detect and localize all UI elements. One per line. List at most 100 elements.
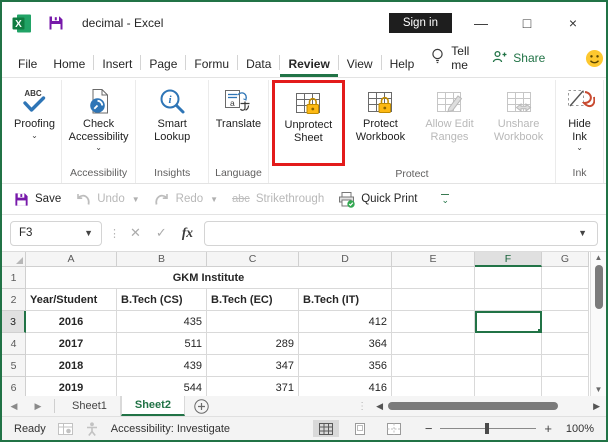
- formula-input[interactable]: ▼: [204, 220, 598, 246]
- cell-B3[interactable]: 435: [117, 311, 207, 333]
- next-sheet-icon[interactable]: ▶: [26, 396, 50, 416]
- cell-G2[interactable]: [542, 289, 589, 311]
- cell-F4[interactable]: [475, 333, 542, 355]
- zoom-slider-thumb[interactable]: [485, 423, 490, 434]
- qat-overflow-button[interactable]: ⌄: [441, 193, 450, 205]
- share-button[interactable]: Share: [483, 49, 553, 68]
- new-sheet-button[interactable]: [185, 396, 219, 416]
- minimize-button[interactable]: —: [458, 9, 504, 37]
- cell-G3[interactable]: [542, 311, 589, 333]
- cell-G4[interactable]: [542, 333, 589, 355]
- column-header-B[interactable]: B: [117, 252, 207, 267]
- tab-splitter-grip[interactable]: ⋮: [357, 401, 367, 412]
- sheet-tab-sheet1[interactable]: Sheet1: [59, 396, 121, 416]
- proofing-button[interactable]: ABC Proofing ⌄: [10, 80, 59, 140]
- cell-B2[interactable]: B.Tech (CS): [117, 289, 207, 311]
- cell-C5[interactable]: 347: [207, 355, 299, 377]
- ribbon-tab-insert[interactable]: Insert: [94, 51, 140, 77]
- vertical-scrollbar[interactable]: ▲ ▼: [590, 252, 606, 396]
- cell-G6[interactable]: [542, 377, 589, 396]
- hide-ink-button[interactable]: Hide Ink ⌄: [558, 80, 601, 152]
- save-button[interactable]: Save: [14, 192, 61, 207]
- zoom-out-button[interactable]: −: [425, 421, 433, 436]
- select-all-corner[interactable]: [2, 252, 26, 267]
- row-header-1[interactable]: 1: [2, 267, 26, 289]
- sheet-tab-sheet2[interactable]: Sheet2: [120, 396, 185, 416]
- close-button[interactable]: ×: [550, 9, 596, 37]
- confirm-entry-icon[interactable]: ✓: [152, 225, 171, 241]
- formula-bar-expand-icon[interactable]: ▼: [578, 228, 587, 238]
- cancel-entry-icon[interactable]: ✕: [126, 225, 145, 241]
- prev-sheet-icon[interactable]: ◀: [2, 396, 26, 416]
- column-header-E[interactable]: E: [392, 252, 475, 267]
- check-accessibility-button[interactable]: Check Accessibility ⌄: [64, 80, 133, 152]
- cell-E3[interactable]: [392, 311, 475, 333]
- smart-lookup-button[interactable]: i Smart Lookup: [138, 80, 206, 143]
- quick-print-button[interactable]: Quick Print: [338, 191, 417, 208]
- cell-A5[interactable]: 2018: [26, 355, 117, 377]
- cell-D5[interactable]: 356: [299, 355, 392, 377]
- cell-E5[interactable]: [392, 355, 475, 377]
- cell-A3[interactable]: 2016: [26, 311, 117, 333]
- cell-F2[interactable]: [475, 289, 542, 311]
- unprotect-sheet-button[interactable]: Unprotect Sheet: [271, 80, 345, 166]
- feedback-smiley-icon[interactable]: [585, 49, 604, 68]
- cell-B5[interactable]: 439: [117, 355, 207, 377]
- column-header-C[interactable]: C: [207, 252, 299, 267]
- row-header-6[interactable]: 6: [2, 377, 26, 396]
- ribbon-tab-file[interactable]: File: [10, 51, 45, 77]
- horizontal-scrollbar[interactable]: ⋮ ◀ ▶: [357, 396, 600, 416]
- fill-handle[interactable]: [537, 328, 540, 331]
- cell-C4[interactable]: 289: [207, 333, 299, 355]
- ribbon-tab-home[interactable]: Home: [45, 51, 93, 77]
- accessibility-status-label[interactable]: Accessibility: Investigate: [111, 423, 230, 435]
- ribbon-tab-view[interactable]: View: [339, 51, 381, 77]
- normal-view-button[interactable]: [312, 420, 339, 437]
- cell-A2[interactable]: Year/Student: [26, 289, 117, 311]
- cell-F6[interactable]: [475, 377, 542, 396]
- ribbon-tab-formu[interactable]: Formu: [186, 51, 237, 77]
- cell-D3[interactable]: 412: [299, 311, 392, 333]
- column-header-F[interactable]: F: [475, 252, 542, 267]
- cell-C2[interactable]: B.Tech (EC): [207, 289, 299, 311]
- cell-C6[interactable]: 371: [207, 377, 299, 396]
- cell-E1[interactable]: [392, 267, 475, 289]
- cell-C3[interactable]: [207, 311, 299, 333]
- cell-F1[interactable]: [475, 267, 542, 289]
- row-header-4[interactable]: 4: [2, 333, 26, 355]
- ribbon-tab-page[interactable]: Page: [141, 51, 185, 77]
- horizontal-scroll-thumb[interactable]: [388, 402, 559, 410]
- column-header-A[interactable]: A: [26, 252, 117, 267]
- scroll-right-icon[interactable]: ▶: [593, 401, 600, 412]
- maximize-button[interactable]: □: [504, 9, 550, 37]
- name-box[interactable]: F3 ▼: [10, 220, 102, 246]
- zoom-in-button[interactable]: +: [544, 421, 552, 436]
- ribbon-tab-help[interactable]: Help: [382, 51, 423, 77]
- cell-B6[interactable]: 544: [117, 377, 207, 396]
- cell-F3[interactable]: [475, 311, 542, 333]
- cell-D2[interactable]: B.Tech (IT): [299, 289, 392, 311]
- column-header-G[interactable]: G: [542, 252, 589, 267]
- cell-E6[interactable]: [392, 377, 475, 396]
- tell-me-button[interactable]: Tell me: [422, 44, 477, 72]
- column-header-D[interactable]: D: [299, 252, 392, 267]
- ribbon-tab-review[interactable]: Review: [280, 51, 338, 77]
- page-break-view-button[interactable]: [381, 420, 407, 437]
- accessibility-status-icon[interactable]: [85, 421, 99, 436]
- cell-D4[interactable]: 364: [299, 333, 392, 355]
- cell-E2[interactable]: [392, 289, 475, 311]
- cell-D6[interactable]: 416: [299, 377, 392, 396]
- cell-merged-title[interactable]: GKM Institute: [26, 267, 392, 289]
- cell-B4[interactable]: 511: [117, 333, 207, 355]
- cell-E4[interactable]: [392, 333, 475, 355]
- zoom-slider[interactable]: [440, 423, 537, 434]
- macro-record-icon[interactable]: [57, 422, 73, 435]
- cell-A6[interactable]: 2019: [26, 377, 117, 396]
- protect-workbook-button[interactable]: Protect Workbook: [346, 80, 415, 143]
- scroll-left-icon[interactable]: ◀: [376, 401, 383, 412]
- zoom-level-label[interactable]: 100%: [560, 423, 594, 435]
- scroll-down-icon[interactable]: ▼: [595, 386, 603, 394]
- row-header-5[interactable]: 5: [2, 355, 26, 377]
- insert-function-button[interactable]: fx: [178, 225, 197, 241]
- cell-G5[interactable]: [542, 355, 589, 377]
